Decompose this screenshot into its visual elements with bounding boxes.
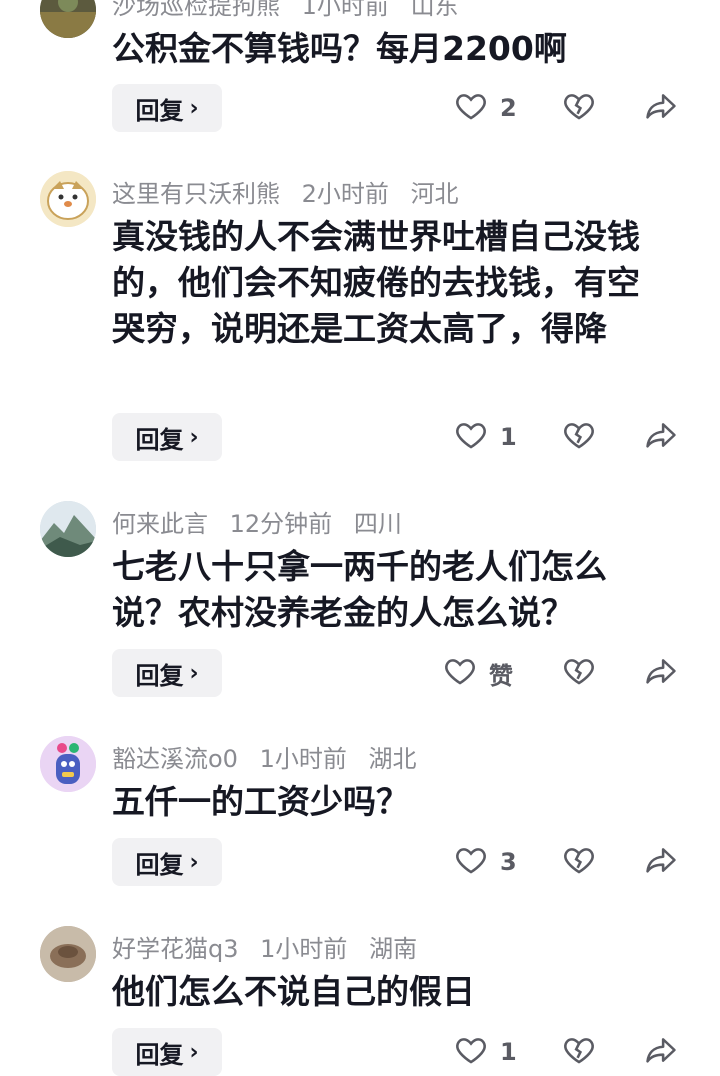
avatar[interactable] <box>40 926 96 982</box>
comment-text: 他们怎么不说自己的假日 <box>112 972 475 1011</box>
username[interactable]: 豁达溪流o0 <box>112 745 238 773</box>
comment-region: 四川 <box>353 510 402 538</box>
heart-outline-icon <box>454 843 488 881</box>
broken-heart-icon <box>562 89 596 127</box>
dislike-button[interactable] <box>562 1028 598 1076</box>
username[interactable]: 这里有只沃利熊 <box>112 180 280 208</box>
heart-outline-icon <box>443 654 477 692</box>
comment-time: 2小时前 <box>301 180 389 208</box>
reply-label: 回复 <box>135 96 184 125</box>
username[interactable]: 好学花猫q3 <box>112 935 239 963</box>
reply-button[interactable]: 回复 › <box>112 1028 222 1076</box>
comment-region: 湖北 <box>368 745 417 773</box>
comment-time: 12分钟前 <box>229 510 333 538</box>
like-count: 3 <box>500 848 517 876</box>
dislike-button[interactable] <box>562 838 598 886</box>
like-button[interactable]: 1 <box>454 1028 517 1076</box>
reply-button[interactable]: 回复 › <box>112 649 222 697</box>
comment-text: 公积金不算钱吗？每月2200啊 <box>112 29 567 68</box>
chevron-right-icon: › <box>189 424 199 450</box>
reply-label: 回复 <box>135 850 184 879</box>
heart-outline-icon <box>454 89 488 127</box>
dislike-button[interactable] <box>562 413 598 461</box>
share-arrow-icon <box>644 1033 678 1071</box>
chevron-right-icon: › <box>189 849 199 875</box>
dislike-button[interactable] <box>562 84 598 132</box>
like-button[interactable]: 3 <box>454 838 517 886</box>
share-arrow-icon <box>644 418 678 456</box>
chevron-right-icon: › <box>189 660 199 686</box>
share-button[interactable] <box>644 84 680 132</box>
broken-heart-icon <box>562 418 596 456</box>
share-arrow-icon <box>644 843 678 881</box>
like-button[interactable]: 2 <box>454 84 517 132</box>
comment-time: 1小时前 <box>260 935 348 963</box>
comment-text: 五仟一的工资少吗？ <box>112 782 409 821</box>
share-button[interactable] <box>644 1028 680 1076</box>
reply-button[interactable]: 回复 › <box>112 413 222 461</box>
reply-label: 回复 <box>135 661 184 690</box>
comment-meta: 好学花猫q3 1小时前 湖南 <box>112 929 431 964</box>
like-count: 1 <box>500 423 517 451</box>
comment-meta: 这里有只沃利熊 2小时前 河北 <box>112 174 473 209</box>
reply-button[interactable]: 回复 › <box>112 84 222 132</box>
avatar[interactable] <box>40 736 96 792</box>
comment-time: 1小时前 <box>301 0 389 20</box>
broken-heart-icon <box>562 654 596 692</box>
like-count: 2 <box>500 94 517 122</box>
chevron-right-icon: › <box>189 1039 199 1065</box>
dislike-button[interactable] <box>562 649 598 697</box>
share-arrow-icon <box>644 89 678 127</box>
broken-heart-icon <box>562 1033 596 1071</box>
share-button[interactable] <box>644 413 680 461</box>
broken-heart-icon <box>562 843 596 881</box>
heart-outline-icon <box>454 418 488 456</box>
avatar[interactable] <box>40 0 96 38</box>
comment-region: 山东 <box>410 0 459 20</box>
reply-label: 回复 <box>135 425 184 454</box>
like-button[interactable]: 1 <box>454 413 517 461</box>
comment-text: 七老八十只拿一两千的老人们怎么说？农村没养老金的人怎么说？ <box>112 547 607 632</box>
username[interactable]: 沙场巡检提拘熊 <box>112 0 280 20</box>
comment-text: 真没钱的人不会满世界吐槽自己没钱的，他们会不知疲倦的去找钱，有空哭穷，说明还是工… <box>112 217 640 348</box>
avatar[interactable] <box>40 171 96 227</box>
comment-meta: 豁达溪流o0 1小时前 湖北 <box>112 739 431 774</box>
chevron-right-icon: › <box>189 95 199 121</box>
comment-region: 湖南 <box>369 935 418 963</box>
like-count: 赞 <box>489 661 513 690</box>
like-count: 1 <box>500 1038 517 1066</box>
share-arrow-icon <box>644 654 678 692</box>
comment-region: 河北 <box>410 180 459 208</box>
comment-time: 1小时前 <box>259 745 347 773</box>
share-button[interactable] <box>644 649 680 697</box>
reply-button[interactable]: 回复 › <box>112 838 222 886</box>
comment-meta: 何来此言 12分钟前 四川 <box>112 504 416 539</box>
heart-outline-icon <box>454 1033 488 1071</box>
comment-meta: 沙场巡检提拘熊 1小时前 山东 <box>112 0 473 21</box>
avatar[interactable] <box>40 501 96 557</box>
share-button[interactable] <box>644 838 680 886</box>
reply-label: 回复 <box>135 1040 184 1069</box>
like-button[interactable]: 赞 <box>443 649 513 697</box>
username[interactable]: 何来此言 <box>112 510 208 538</box>
